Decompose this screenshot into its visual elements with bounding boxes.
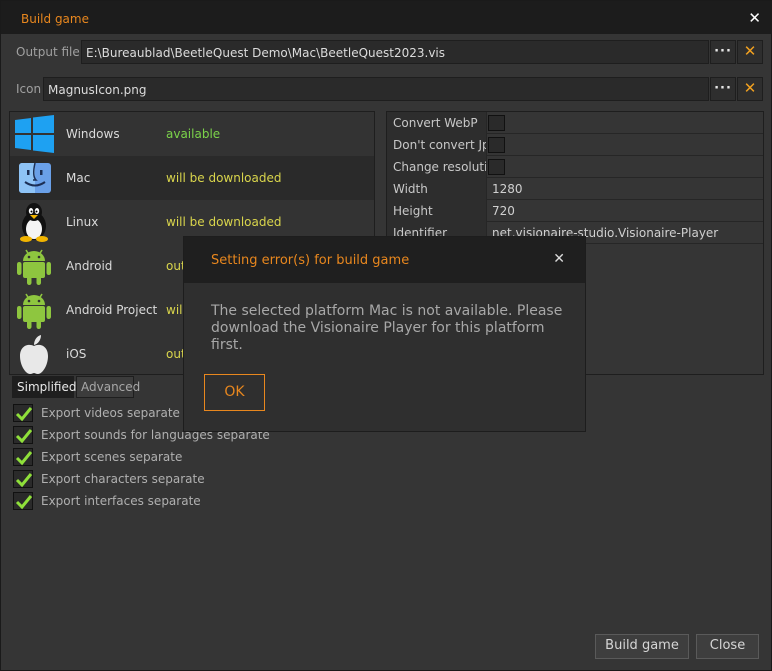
tab-label: Advanced — [81, 380, 141, 394]
platform-status: will — [166, 303, 186, 317]
output-file-label: Output file — [16, 45, 80, 59]
platform-name: iOS — [66, 347, 87, 361]
output-file-value: E:\Bureaublad\BeetleQuest Demo\Mac\Beetl… — [86, 46, 446, 60]
tab-advanced[interactable]: Advanced — [76, 376, 140, 398]
property-value[interactable]: 720 — [492, 204, 515, 218]
checkmark-icon — [15, 429, 33, 444]
icon-value: MagnusIcon.png — [48, 83, 147, 97]
icon-browse-button[interactable]: ··· — [710, 77, 736, 101]
icon-clear-button[interactable]: ✕ — [737, 77, 763, 101]
build-game-button[interactable]: Build game — [595, 634, 689, 659]
close-icon[interactable]: ✕ — [748, 9, 761, 27]
linux-tux-icon — [20, 203, 48, 242]
option-label: Export characters separate — [41, 472, 205, 486]
platform-name: Android Project — [66, 303, 158, 317]
close-button[interactable]: Close — [696, 634, 759, 659]
property-row-height: Height 720 — [387, 200, 763, 222]
property-value[interactable]: 1280 — [492, 182, 523, 196]
option-label: Export interfaces separate — [41, 494, 201, 508]
checkbox[interactable] — [13, 426, 33, 444]
tab-label: Simplified — [17, 380, 77, 394]
dialog-message: The selected platform Mac is not availab… — [211, 303, 563, 353]
platform-name: Mac — [66, 171, 91, 185]
option-export-scenes[interactable]: Export scenes separate — [13, 446, 333, 468]
checkbox[interactable] — [13, 492, 33, 510]
tab-simplified[interactable]: Simplified — [12, 376, 77, 398]
property-checkbox[interactable] — [488, 159, 505, 175]
icon-field[interactable]: MagnusIcon.png — [43, 77, 709, 101]
platform-status: out — [166, 259, 186, 273]
clear-icon: ✕ — [743, 79, 757, 97]
android-icon — [17, 293, 51, 329]
mac-finder-icon — [19, 162, 51, 193]
property-row-convert-webp: Convert WebP — [387, 112, 763, 134]
checkbox[interactable] — [13, 470, 33, 488]
ellipsis-icon: ··· — [714, 81, 732, 96]
platform-name: Windows — [66, 127, 120, 141]
property-checkbox[interactable] — [488, 137, 505, 153]
property-row-width: Width 1280 — [387, 178, 763, 200]
platform-item-mac[interactable]: Mac will be downloaded — [10, 156, 374, 200]
option-export-characters[interactable]: Export characters separate — [13, 468, 333, 490]
platform-item-windows[interactable]: Windows available — [10, 112, 374, 156]
error-dialog: Setting error(s) for build game ✕ The se… — [184, 237, 585, 431]
icon-label: Icon — [16, 82, 42, 96]
checkmark-icon — [15, 473, 33, 488]
checkbox[interactable] — [13, 404, 33, 422]
dialog-close-icon[interactable]: ✕ — [553, 251, 565, 267]
windows-logo-icon — [15, 115, 54, 153]
property-checkbox[interactable] — [488, 115, 505, 131]
platform-name: Linux — [66, 215, 99, 229]
property-label: Height — [387, 200, 487, 222]
platform-status: available — [166, 127, 221, 141]
apple-icon — [20, 335, 48, 374]
output-browse-button[interactable]: ··· — [710, 40, 736, 64]
title-bar: Build game ✕ — [1, 1, 772, 34]
clear-icon: ✕ — [743, 42, 757, 60]
dialog-title: Setting error(s) for build game — [211, 253, 410, 268]
property-label: Change resolution — [387, 156, 487, 178]
property-label: Width — [387, 178, 487, 200]
option-label: Export scenes separate — [41, 450, 183, 464]
platform-name: Android — [66, 259, 113, 273]
option-label: Export videos separate — [41, 406, 180, 420]
property-label: Don't convert Jpg — [387, 134, 487, 156]
checkmark-icon — [15, 451, 33, 466]
platform-status: out — [166, 347, 186, 361]
checkbox[interactable] — [13, 448, 33, 466]
window-title: Build game — [21, 12, 89, 26]
dialog-header: Setting error(s) for build game ✕ — [184, 237, 585, 283]
output-file-field[interactable]: E:\Bureaublad\BeetleQuest Demo\Mac\Beetl… — [81, 40, 709, 64]
output-clear-button[interactable]: ✕ — [737, 40, 763, 64]
checkmark-icon — [15, 407, 33, 422]
ellipsis-icon: ··· — [714, 44, 732, 59]
checkmark-icon — [15, 495, 33, 510]
platform-status: will be downloaded — [166, 215, 282, 229]
android-icon — [17, 249, 51, 285]
platform-status: will be downloaded — [166, 171, 282, 185]
ok-button[interactable]: OK — [204, 374, 265, 411]
build-game-window: Build game ✕ Output file E:\Bureaublad\B… — [0, 0, 772, 671]
property-row-dont-convert-jpg: Don't convert Jpg — [387, 134, 763, 156]
property-label: Convert WebP — [387, 112, 487, 134]
option-export-interfaces[interactable]: Export interfaces separate — [13, 490, 333, 512]
property-row-change-resolution: Change resolution — [387, 156, 763, 178]
